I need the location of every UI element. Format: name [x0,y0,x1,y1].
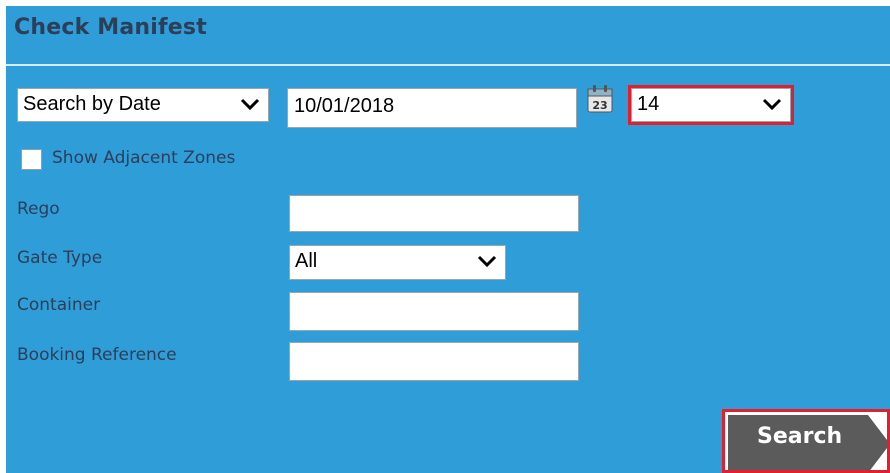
search-button-arrow [868,415,887,470]
page-title: Check Manifest [14,15,207,40]
gate-type-value: All [295,250,318,272]
chevron-down-icon [240,98,260,111]
search-button-label: Search [757,424,843,449]
booking-reference-label: Booking Reference [17,345,177,365]
days-select[interactable]: 14 [628,85,794,125]
calendar-icon[interactable]: 23 [586,84,614,114]
title-divider [6,64,890,66]
date-value: 10/01/2018 [294,95,395,117]
search-mode-select[interactable]: Search by Date [17,88,269,122]
check-manifest-panel: Check Manifest Search by Date 10/01/2018… [6,6,890,473]
container-label: Container [17,295,101,315]
search-mode-value: Search by Date [23,93,161,115]
gate-type-select[interactable]: All [289,245,506,280]
rego-input[interactable] [289,195,579,232]
adjacent-zones-checkbox[interactable] [21,149,42,170]
date-input[interactable]: 10/01/2018 [287,88,577,128]
rego-label: Rego [17,199,60,219]
adjacent-zones-label: Show Adjacent Zones [52,148,236,168]
days-value: 14 [637,93,660,115]
search-button[interactable]: Search [722,409,890,473]
calendar-icon-day: 23 [592,99,607,112]
chevron-down-icon [762,98,782,111]
gate-type-label: Gate Type [17,248,103,268]
chevron-down-icon [477,255,497,268]
container-input[interactable] [289,292,579,331]
booking-reference-input[interactable] [289,342,579,381]
